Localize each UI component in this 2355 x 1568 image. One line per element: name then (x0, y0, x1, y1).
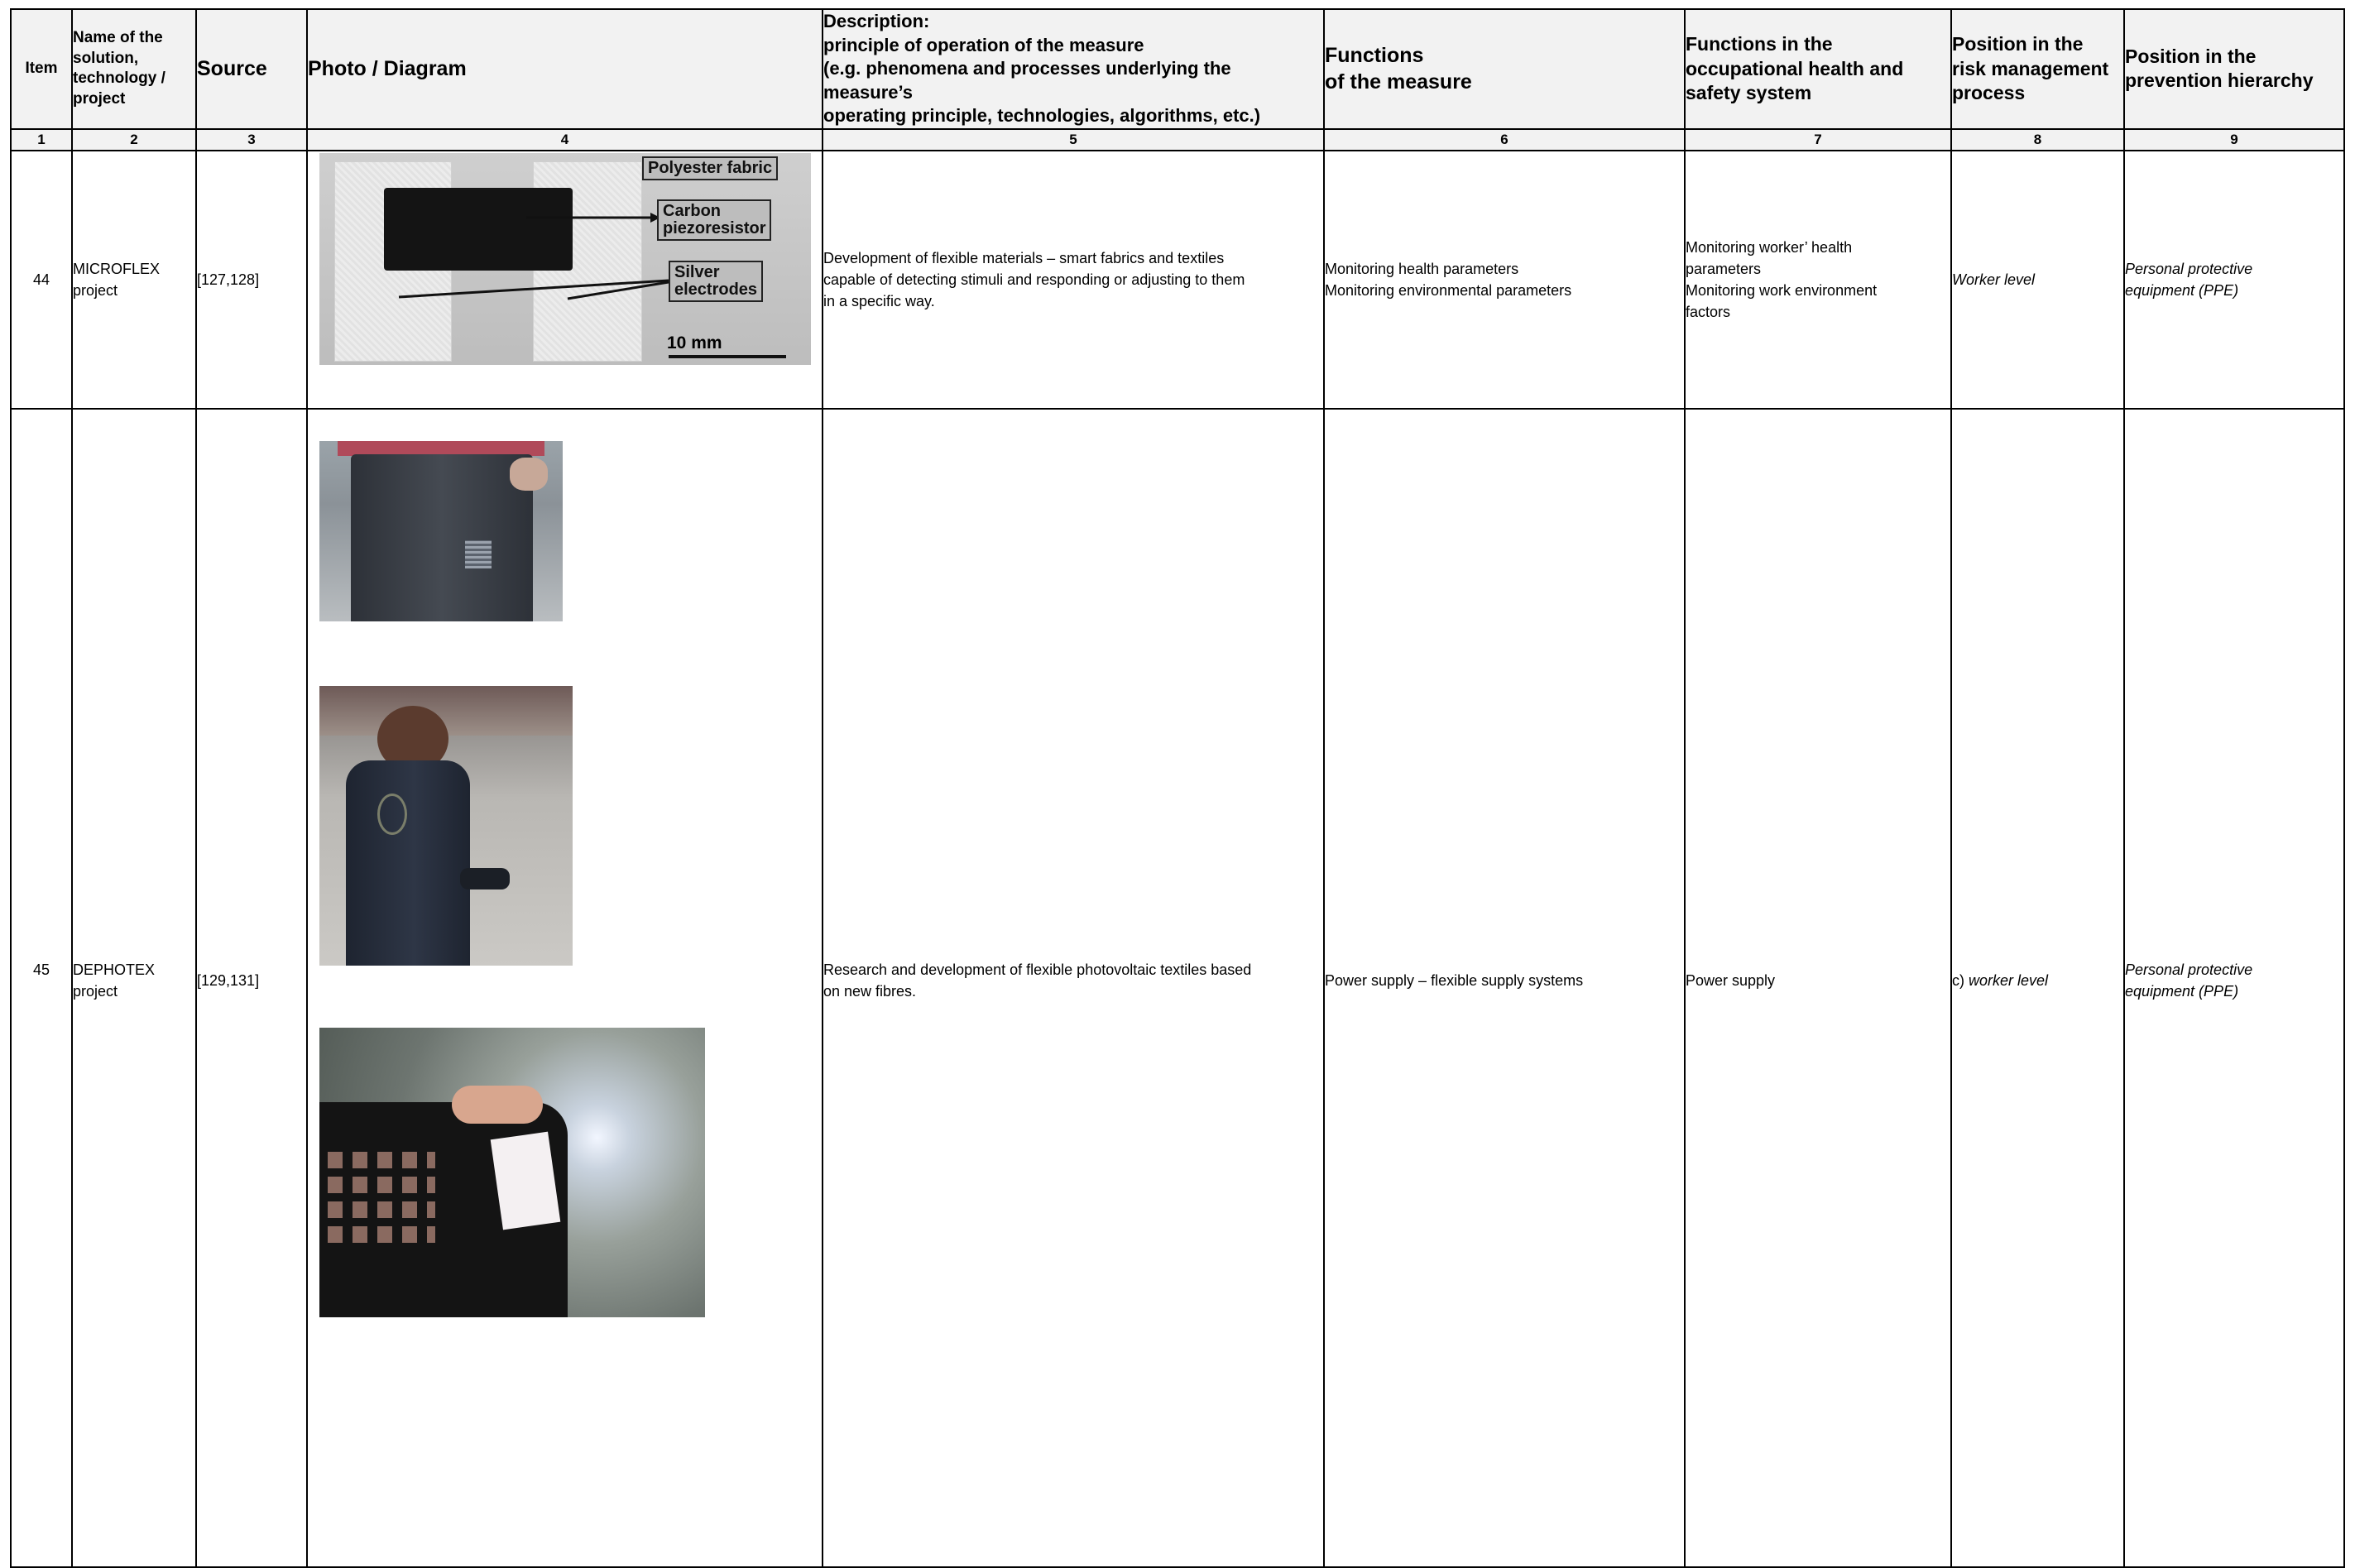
column-number: 5 (822, 127, 1325, 151)
header-row: Item Name of the solution, technology / … (10, 8, 2345, 130)
source-reference: [129,131] (195, 407, 308, 1568)
functions-ohs-text: Monitoring worker’ health parameters Mon… (1684, 149, 1952, 410)
header-position-risk: Position in the risk management process (1950, 8, 2125, 130)
diagram-arrows (398, 212, 669, 300)
table-row: 45 DEPHOTEX project [129,131] Research a… (10, 407, 2345, 1568)
photo-solar-textile (319, 1027, 705, 1317)
sensor-fabric-diagram: Polyester fabric Carbon piezoresistor Si… (319, 152, 811, 365)
column-number: 4 (306, 127, 823, 151)
photo-detail (452, 1085, 543, 1124)
photo-detail (465, 539, 492, 568)
photo-detail (328, 1151, 435, 1251)
item-number: 45 (10, 407, 73, 1568)
functions-ohs-text: Power supply (1684, 407, 1952, 1568)
photo-detail (346, 760, 470, 966)
position-prevention-text: Personal protective equipment (PPE) (2123, 149, 2345, 410)
diagram-label: Carbon piezoresistor (657, 199, 772, 241)
header-position-prevention: Position in the prevention hierarchy (2123, 8, 2345, 130)
scale-label: 10 mm (667, 333, 722, 352)
position-risk-text: c) worker level (1950, 407, 2125, 1568)
photo-diagram-cell: Polyester fabric Carbon piezoresistor Si… (306, 149, 823, 410)
column-number: 9 (2123, 127, 2345, 151)
column-number: 3 (195, 127, 308, 151)
photo-detail (460, 867, 510, 889)
photo-diagram-cell (306, 407, 823, 1568)
column-number: 6 (1323, 127, 1686, 151)
item-number: 44 (10, 149, 73, 410)
description-text: Development of flexible materials – smar… (822, 149, 1325, 410)
header-functions: Functions of the measure (1323, 8, 1686, 130)
photo-detail (490, 1131, 561, 1230)
diagram-label: Polyester fabric (642, 156, 779, 180)
header-functions-ohs: Functions in the occupational health and… (1684, 8, 1952, 130)
solution-name: DEPHOTEX project (71, 407, 197, 1568)
photo-trousers (319, 440, 563, 621)
position-risk-text: Worker level (1950, 149, 2125, 410)
photo-detail (510, 457, 548, 491)
photo-detail (351, 453, 533, 621)
column-number: 7 (1684, 127, 1952, 151)
column-number: 2 (71, 127, 197, 151)
functions-text: Power supply – flexible supply systems (1323, 407, 1686, 1568)
description-text: Research and development of flexible pho… (822, 407, 1325, 1568)
measures-table: Item Name of the solution, technology / … (10, 8, 2345, 1568)
scale-bar (669, 354, 786, 358)
photo-jacket (319, 685, 573, 966)
table-row: 44 MICROFLEX project [127,128] Polyester… (10, 149, 2345, 410)
functions-text: Monitoring health parameters Monitoring … (1323, 149, 1686, 410)
diagram-label: Silver electrodes (669, 260, 764, 302)
header-source: Source (195, 8, 308, 130)
header-photo: Photo / Diagram (306, 8, 823, 130)
column-number: 8 (1950, 127, 2125, 151)
column-number: 1 (10, 127, 73, 151)
header-item: Item (10, 8, 73, 130)
position-prevention-text: Personal protective equipment (PPE) (2123, 407, 2345, 1568)
photo-detail (377, 793, 407, 835)
header-name: Name of the solution, technology / proje… (71, 8, 197, 130)
source-reference: [127,128] (195, 149, 308, 410)
column-number-row: 1 2 3 4 5 6 7 8 9 (10, 127, 2345, 151)
header-description: Description: principle of operation of t… (822, 8, 1325, 130)
solution-name: MICROFLEX project (71, 149, 197, 410)
